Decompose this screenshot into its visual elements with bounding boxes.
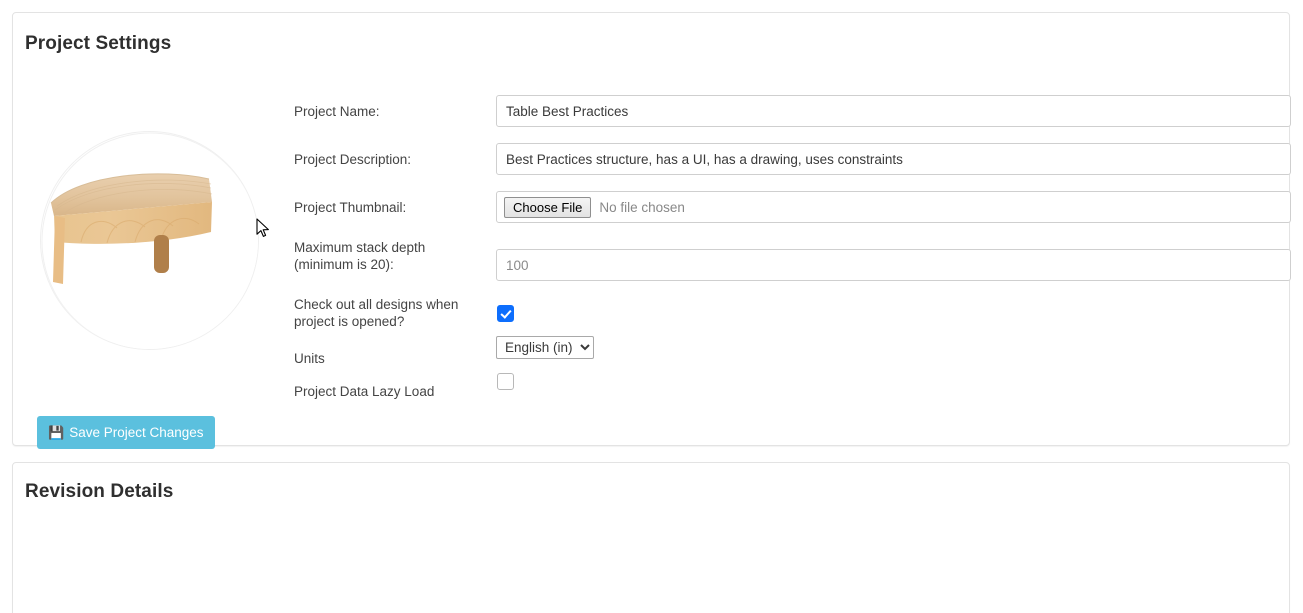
project-name-input[interactable] — [496, 95, 1291, 127]
lazy-load-checkbox-wrap — [497, 373, 514, 395]
project-name-field-wrap — [496, 95, 1291, 127]
check-out-all-designs-checkbox[interactable] — [497, 305, 514, 322]
project-description-field-wrap — [496, 143, 1291, 175]
save-project-changes-button[interactable]: 💾 Save Project Changes — [37, 416, 215, 449]
check-out-label-line2: project is opened? — [294, 314, 405, 329]
thumbnail-file-input[interactable]: Choose File No file chosen — [496, 191, 1291, 223]
project-name-label: Project Name: — [294, 104, 380, 119]
project-description-input[interactable] — [496, 143, 1291, 175]
choose-file-button[interactable]: Choose File — [504, 196, 592, 218]
check-out-all-designs-label: Check out all designs when project is op… — [294, 296, 489, 330]
revision-details-card: Revision Details ✚ Create New Revision ⬇… — [12, 462, 1290, 613]
units-select[interactable]: English (in) — [496, 336, 594, 359]
units-select-wrap: English (in) — [496, 336, 594, 359]
max-stack-depth-input[interactable] — [496, 249, 1291, 281]
max-stack-depth-label-line2: (minimum is 20): — [294, 257, 394, 272]
wooden-table-thumbnail-icon — [41, 132, 258, 349]
max-stack-depth-label: Maximum stack depth (minimum is 20): — [294, 239, 484, 273]
project-thumbnail-field-wrap: Choose File No file chosen — [496, 191, 1291, 223]
check-out-all-designs-checkbox-wrap — [497, 305, 514, 327]
lazy-load-label: Project Data Lazy Load — [294, 384, 435, 399]
project-settings-card: Project Settings Project Name: Table Bes… — [12, 12, 1291, 449]
check-out-label-line1: Check out all designs when — [294, 297, 459, 312]
revision-details-title: Revision Details — [25, 481, 174, 502]
max-stack-depth-label-line1: Maximum stack depth — [294, 240, 426, 255]
file-chosen-status: No file chosen — [599, 199, 685, 215]
units-label: Units — [294, 351, 325, 366]
save-button-label: Save Project Changes — [69, 425, 204, 440]
project-thumbnail-image — [40, 131, 259, 350]
page-title: Project Settings — [25, 33, 172, 54]
floppy-disk-icon: 💾 — [48, 425, 65, 440]
project-description-label: Project Description: — [294, 152, 412, 167]
project-thumbnail-label: Project Thumbnail: — [294, 200, 407, 215]
project-data-lazy-load-checkbox[interactable] — [497, 373, 514, 390]
project-settings-page: Project Settings Project Name: Table Bes… — [0, 0, 1303, 613]
max-stack-depth-field-wrap — [496, 249, 1291, 281]
